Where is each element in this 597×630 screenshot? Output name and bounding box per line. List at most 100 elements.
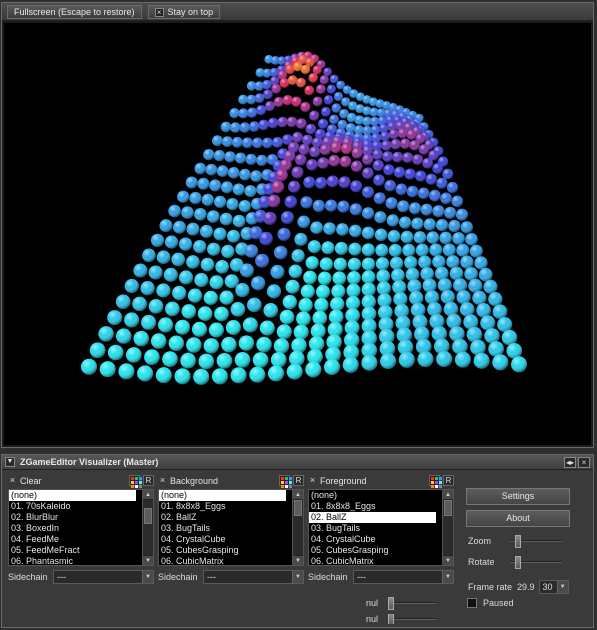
- color-grid-icon[interactable]: [129, 475, 142, 488]
- preset-list[interactable]: (none) 01. 8x8x8_Eggs 02. BallZ 03. BugTail…: [158, 489, 304, 566]
- list-item[interactable]: 03. BugTails: [309, 523, 436, 534]
- ball-highlight: [300, 101, 311, 113]
- zoom-slider-knob[interactable]: [514, 535, 521, 548]
- zoom-slider[interactable]: [510, 535, 562, 548]
- color-grid-icon[interactable]: [429, 475, 442, 488]
- list-item[interactable]: 03. BugTails: [159, 523, 286, 534]
- scroll-down-icon[interactable]: ▼: [143, 555, 153, 565]
- ball-highlight: [375, 257, 390, 271]
- about-button[interactable]: About: [466, 510, 570, 527]
- ball-highlight: [310, 221, 323, 234]
- ball-highlight: [116, 328, 132, 344]
- ball-highlight: [388, 129, 400, 140]
- list-item[interactable]: (none): [159, 490, 286, 501]
- panel-titlebar[interactable]: ▼ ZGameEditor Visualizer (Master) ◂▸ ×: [2, 455, 593, 470]
- scroll-down-icon[interactable]: ▼: [293, 555, 303, 565]
- sidechain-select[interactable]: --- ▼: [203, 570, 304, 584]
- list-item[interactable]: 04. CrystalCube: [159, 534, 286, 545]
- list-item[interactable]: 02. BallZ: [309, 512, 436, 523]
- ball-highlight: [235, 152, 247, 164]
- ball-highlight: [362, 186, 374, 199]
- scroll-up-icon[interactable]: ▲: [443, 490, 453, 500]
- ball-highlight: [375, 243, 389, 257]
- visualizer-viewport[interactable]: [4, 23, 591, 445]
- list-item[interactable]: 02. BlurBlur: [9, 512, 136, 523]
- ball-highlight: [392, 280, 407, 295]
- scroll-up-icon[interactable]: ▲: [293, 490, 303, 500]
- close-icon[interactable]: ×: [308, 476, 317, 485]
- scrollbar[interactable]: ▲ ▼: [442, 490, 453, 565]
- ball-highlight: [118, 363, 135, 380]
- fullscreen-button[interactable]: Fullscreen (Escape to restore): [7, 4, 142, 19]
- sidechain-select[interactable]: --- ▼: [353, 570, 454, 584]
- ball-highlight: [296, 77, 306, 88]
- list-item[interactable]: 04. CrystalCube: [309, 534, 436, 545]
- ball-highlight: [380, 131, 391, 142]
- scrollbar[interactable]: ▲ ▼: [142, 490, 153, 565]
- ball-highlight: [247, 107, 258, 118]
- ball-highlight: [492, 304, 508, 320]
- ball-highlight: [386, 214, 399, 227]
- randomize-button[interactable]: R: [443, 475, 454, 486]
- paused-checkbox[interactable]: [467, 598, 477, 608]
- arrows-icon[interactable]: ◂▸: [564, 456, 576, 468]
- ball-highlight: [473, 352, 490, 369]
- ball-highlight: [277, 227, 291, 241]
- dropdown-icon[interactable]: ▼: [5, 457, 15, 467]
- frame-rate-row: Frame rate 29.9 30 ▼: [468, 580, 569, 594]
- randomize-button[interactable]: R: [293, 475, 304, 486]
- ball-highlight: [133, 330, 149, 347]
- scroll-down-icon[interactable]: ▼: [443, 555, 453, 565]
- scrollbar[interactable]: ▲ ▼: [292, 490, 303, 565]
- ball-highlight: [446, 255, 460, 269]
- preset-list[interactable]: (none) 01. 70sKaleido 02. BlurBlur 03. Boxe…: [8, 489, 154, 566]
- frame-rate-select[interactable]: 30 ▼: [538, 580, 569, 594]
- ball-highlight: [437, 278, 452, 293]
- sidechain-select[interactable]: --- ▼: [53, 570, 154, 584]
- list-item[interactable]: 05. FeedMeFract: [9, 545, 136, 556]
- list-item[interactable]: 05. CubesGrasping: [309, 545, 436, 556]
- list-item[interactable]: 01. 8x8x8_Eggs: [309, 501, 436, 512]
- ball-highlight: [351, 147, 363, 159]
- param-slider-knob[interactable]: [388, 614, 394, 624]
- paused-toggle[interactable]: Paused: [467, 598, 514, 608]
- list-item[interactable]: (none): [309, 490, 436, 501]
- scroll-up-icon[interactable]: ▲: [143, 490, 153, 500]
- close-icon[interactable]: ×: [8, 476, 17, 485]
- color-grid-icon[interactable]: [279, 475, 292, 488]
- rotate-slider[interactable]: [510, 556, 562, 569]
- list-item[interactable]: 04. FeedMe: [9, 534, 136, 545]
- list-item[interactable]: (none): [9, 490, 136, 501]
- settings-button[interactable]: Settings: [466, 488, 570, 505]
- ball-highlight: [402, 243, 416, 257]
- rotate-slider-knob[interactable]: [514, 556, 521, 569]
- close-icon[interactable]: ×: [578, 456, 590, 468]
- ball-highlight: [506, 343, 523, 359]
- ball-highlight: [159, 219, 173, 233]
- list-item[interactable]: 05. CubesGrasping: [159, 545, 286, 556]
- ball-highlight: [324, 359, 340, 375]
- param-slider-knob[interactable]: [388, 597, 394, 610]
- close-icon[interactable]: ×: [158, 476, 167, 485]
- list-item[interactable]: 06. CubicMatrix: [159, 556, 286, 565]
- param-slider[interactable]: [388, 614, 436, 624]
- scroll-thumb[interactable]: [144, 508, 152, 524]
- ball-highlight: [272, 137, 283, 148]
- list-item[interactable]: 01. 70sKaleido: [9, 501, 136, 512]
- preset-list[interactable]: (none) 01. 8x8x8_Eggs 02. BallZ 03. BugTail…: [308, 489, 454, 566]
- ball-highlight: [296, 118, 307, 129]
- list-item[interactable]: 01. 8x8x8_Eggs: [159, 501, 286, 512]
- sidechain-row: Sidechain --- ▼: [308, 569, 454, 585]
- randomize-button[interactable]: R: [143, 475, 154, 486]
- scroll-thumb[interactable]: [444, 500, 452, 516]
- param-slider[interactable]: [388, 597, 436, 610]
- scroll-thumb[interactable]: [294, 500, 302, 516]
- stay-on-top-toggle[interactable]: × Stay on top: [147, 4, 221, 19]
- ball-highlight: [259, 320, 275, 336]
- ball-highlight: [249, 121, 260, 132]
- list-item[interactable]: 02. BallZ: [159, 512, 286, 523]
- list-item[interactable]: 06. Phantasmic: [9, 556, 136, 565]
- list-item[interactable]: 03. BoxedIn: [9, 523, 136, 534]
- list-item[interactable]: 06. CubicMatrix: [309, 556, 436, 565]
- ball-highlight: [238, 200, 251, 213]
